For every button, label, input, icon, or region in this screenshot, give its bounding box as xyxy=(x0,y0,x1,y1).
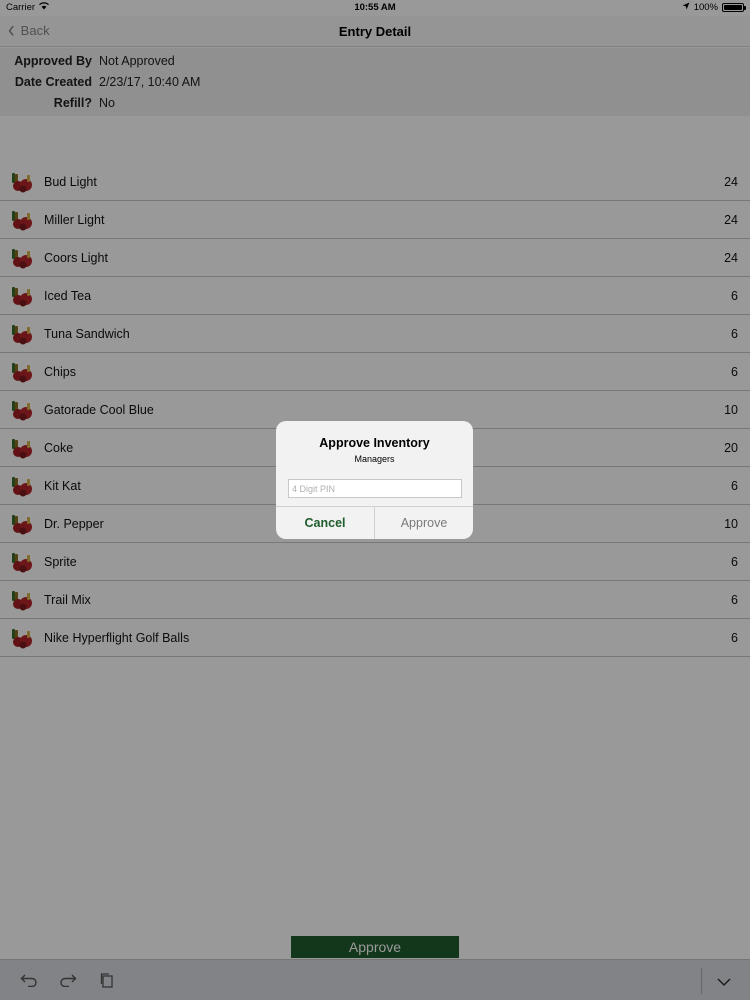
dialog-message: Managers xyxy=(354,454,395,464)
approve-inventory-dialog: Approve Inventory Managers Cancel Approv… xyxy=(276,421,473,539)
cancel-button[interactable]: Cancel xyxy=(276,507,375,539)
dialog-title: Approve Inventory xyxy=(319,436,430,450)
dialog-approve-button[interactable]: Approve xyxy=(375,507,473,539)
dialog-buttons: Cancel Approve xyxy=(276,506,473,539)
pin-input[interactable] xyxy=(288,479,462,498)
